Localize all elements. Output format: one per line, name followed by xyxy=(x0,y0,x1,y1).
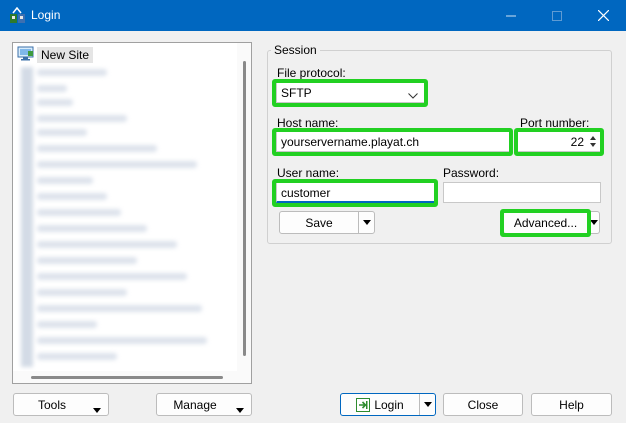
user-name-value: customer xyxy=(281,186,331,200)
login-button-content: Login xyxy=(356,397,404,412)
dropdown-arrow-icon xyxy=(236,402,244,416)
port-number-value: 22 xyxy=(570,135,584,149)
save-button-label: Save xyxy=(305,215,333,230)
close-button-label: Close xyxy=(467,397,499,412)
window-title: Login xyxy=(31,8,61,22)
login-arrow-icon xyxy=(356,397,371,412)
winscp-logo-icon xyxy=(9,6,26,24)
blurred-site-item xyxy=(37,69,107,76)
blurred-site-item xyxy=(37,353,117,360)
chevron-down-icon xyxy=(408,88,418,102)
minimize-icon xyxy=(506,15,516,16)
blurred-site-item xyxy=(37,209,121,216)
tree-horizontal-scrollbar[interactable] xyxy=(13,371,251,383)
blurred-site-item xyxy=(37,273,187,280)
dropdown-arrow-icon xyxy=(362,220,371,225)
tree-vertical-scrollbar[interactable] xyxy=(237,43,251,371)
title-bar[interactable]: Login xyxy=(0,0,626,31)
help-button[interactable]: Help xyxy=(531,393,612,416)
advanced-dropdown-toggle[interactable] xyxy=(589,212,599,233)
manage-button[interactable]: Manage xyxy=(156,393,252,416)
password-label: Password: xyxy=(443,166,500,180)
blurred-site-item xyxy=(37,129,87,136)
blurred-site-item xyxy=(37,225,147,232)
port-number-label: Port number: xyxy=(520,116,590,130)
blurred-site-item xyxy=(37,193,107,200)
maximize-button[interactable] xyxy=(534,0,580,31)
login-button[interactable]: Login xyxy=(340,393,436,416)
site-tree[interactable]: New Site xyxy=(12,42,252,384)
user-name-input[interactable]: customer xyxy=(276,182,435,203)
blurred-site-item xyxy=(37,241,177,248)
user-name-label: User name: xyxy=(277,166,340,180)
scroll-thumb[interactable] xyxy=(243,61,246,356)
blurred-site-item xyxy=(37,85,67,92)
host-name-value: yourservername.playat.ch xyxy=(281,135,420,149)
manage-button-label: Manage xyxy=(173,397,217,412)
tree-item-new-site[interactable]: New Site xyxy=(17,46,94,64)
port-number-input[interactable]: 22 xyxy=(517,131,601,152)
port-spinner[interactable] xyxy=(588,134,598,149)
host-name-input[interactable]: yourservername.playat.ch xyxy=(276,131,510,152)
session-legend: Session xyxy=(271,43,320,57)
maximize-icon xyxy=(552,10,562,21)
advanced-button-label: Advanced... xyxy=(513,215,578,230)
blurred-site-item xyxy=(37,177,93,184)
blurred-site-item xyxy=(37,305,202,312)
tools-button[interactable]: Tools xyxy=(13,393,109,416)
file-protocol-select[interactable]: SFTP xyxy=(276,82,425,103)
file-protocol-label: File protocol: xyxy=(277,66,346,80)
blurred-tree-guide xyxy=(21,67,33,367)
tree-item-label: New Site xyxy=(37,46,94,63)
blurred-site-item xyxy=(37,257,137,264)
spin-arrows-icon xyxy=(590,136,596,147)
minimize-button[interactable] xyxy=(488,0,534,31)
save-dropdown-toggle[interactable] xyxy=(358,212,374,233)
close-button[interactable]: Close xyxy=(443,393,523,416)
blurred-site-item xyxy=(37,289,127,296)
save-button[interactable]: Save xyxy=(279,211,375,234)
dropdown-arrow-icon xyxy=(423,402,432,407)
advanced-button[interactable]: Advanced... xyxy=(503,211,600,234)
blurred-site-item xyxy=(37,99,73,106)
close-icon xyxy=(597,10,609,21)
file-protocol-value: SFTP xyxy=(281,86,312,100)
dropdown-arrow-icon xyxy=(590,220,598,225)
monitor-icon xyxy=(17,46,34,64)
login-button-label: Login xyxy=(374,397,404,412)
blurred-site-item xyxy=(37,115,127,122)
dropdown-arrow-icon xyxy=(93,402,101,416)
scroll-thumb[interactable] xyxy=(31,376,223,379)
login-dropdown-toggle[interactable] xyxy=(419,394,435,415)
password-input[interactable] xyxy=(443,182,601,203)
tools-button-label: Tools xyxy=(37,397,66,412)
blurred-site-item xyxy=(37,337,207,344)
host-name-label: Host name: xyxy=(277,116,339,130)
blurred-site-item xyxy=(37,321,97,328)
blurred-site-item xyxy=(37,161,197,168)
blurred-site-item xyxy=(37,145,157,152)
close-window-button[interactable] xyxy=(580,0,626,31)
help-button-label: Help xyxy=(559,397,584,412)
